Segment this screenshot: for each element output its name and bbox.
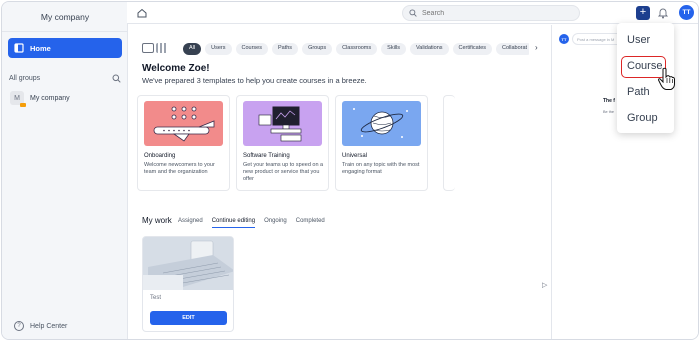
- software-training-illustration: [243, 101, 322, 146]
- view-toggle[interactable]: [142, 43, 168, 53]
- menu-item-path[interactable]: Path: [627, 86, 650, 98]
- template-card-software-training[interactable]: Software Training Get your teams up to s…: [236, 95, 329, 191]
- bell-icon[interactable]: [658, 7, 668, 19]
- course-card[interactable]: Test EDIT: [142, 236, 234, 332]
- question-icon: ?: [14, 321, 24, 331]
- search-input[interactable]: [422, 9, 562, 17]
- filter-chip[interactable]: All: [183, 43, 202, 55]
- message-avatar: TT: [559, 34, 569, 44]
- edit-button[interactable]: EDIT: [150, 311, 227, 325]
- filter-chip[interactable]: Classrooms: [336, 43, 378, 55]
- welcome-heading: Welcome Zoe!: [142, 63, 210, 74]
- groups-header: All groups: [9, 74, 121, 83]
- company-name[interactable]: My company: [2, 12, 128, 22]
- sidebar-item-label: Home: [30, 43, 51, 53]
- course-name: Test: [150, 295, 162, 301]
- sidebar-divider: [2, 31, 128, 32]
- hand-cursor-icon: [657, 67, 675, 90]
- my-work-heading: My work: [142, 216, 172, 225]
- template-desc: Get your teams up to speed on a new prod…: [243, 162, 324, 182]
- menu-item-user[interactable]: User: [627, 34, 650, 46]
- collapse-panel-icon[interactable]: ▷: [542, 281, 547, 289]
- tab-continue-editing[interactable]: Continue editing: [211, 218, 256, 228]
- welcome-subtitle: We've prepared 3 templates to help you c…: [142, 76, 367, 85]
- filter-chip[interactable]: Collaborat: [496, 43, 529, 55]
- search-bar[interactable]: [402, 5, 580, 21]
- main-content: All Users Courses Paths Groups Classroom…: [127, 25, 552, 339]
- filter-chip[interactable]: Users: [205, 43, 232, 55]
- template-card-partial[interactable]: [443, 95, 455, 191]
- my-work-tabs: Assigned Continue editing Ongoing Comple…: [178, 218, 325, 228]
- filter-chip[interactable]: Paths: [271, 43, 299, 55]
- home-icon[interactable]: [137, 8, 147, 18]
- home-icon: [14, 43, 24, 53]
- filter-chip[interactable]: Groups: [302, 43, 333, 55]
- filter-chip[interactable]: Skills: [381, 43, 406, 55]
- onboarding-illustration: [144, 101, 223, 146]
- tab-assigned[interactable]: Assigned: [178, 218, 203, 228]
- right-panel-text: Be the: [603, 110, 614, 114]
- template-card-onboarding[interactable]: Onboarding Welcome newcomers to your tea…: [137, 95, 230, 191]
- groups-header-label: All groups: [9, 75, 41, 82]
- template-title: Onboarding: [144, 153, 176, 159]
- template-title: Universal: [342, 153, 368, 159]
- right-panel-title: The f: [603, 98, 615, 104]
- add-button[interactable]: +: [636, 6, 650, 20]
- course-thumbnail: [143, 237, 233, 290]
- tab-ongoing[interactable]: Ongoing: [264, 218, 287, 228]
- group-label: My company: [30, 94, 70, 102]
- crown-icon: [20, 103, 26, 107]
- template-desc: Train on any topic with the most engagin…: [342, 162, 420, 175]
- user-avatar[interactable]: TT: [679, 5, 694, 20]
- tab-completed[interactable]: Completed: [296, 218, 325, 228]
- topbar: + TT: [127, 2, 698, 24]
- sidebar-item-my-company[interactable]: M My company: [10, 91, 70, 107]
- template-card-universal[interactable]: Universal Train on any topic with the mo…: [335, 95, 428, 191]
- filter-chip[interactable]: Certificates: [452, 43, 493, 55]
- sidebar-item-home[interactable]: Home: [8, 38, 122, 58]
- chart-view-icon[interactable]: [156, 43, 168, 53]
- group-avatar-letter: M: [14, 94, 20, 102]
- search-icon[interactable]: [112, 74, 121, 83]
- universal-illustration: [342, 101, 421, 146]
- filter-chip[interactable]: Courses: [235, 43, 268, 55]
- filter-chips: All Users Courses Paths Groups Classroom…: [183, 43, 529, 55]
- help-center-link[interactable]: ? Help Center: [14, 321, 67, 331]
- sidebar: My company Home All groups M My company …: [2, 2, 128, 339]
- filter-chip[interactable]: Validations: [410, 43, 449, 55]
- search-icon: [409, 9, 417, 17]
- help-label: Help Center: [30, 322, 68, 330]
- group-avatar: M: [10, 91, 26, 107]
- template-title: Software Training: [243, 153, 290, 159]
- menu-item-group[interactable]: Group: [627, 112, 658, 124]
- card-view-icon[interactable]: [142, 43, 154, 53]
- chevron-right-icon[interactable]: ›: [535, 43, 538, 52]
- app-window: My company Home All groups M My company …: [1, 1, 699, 340]
- template-row: Onboarding Welcome newcomers to your tea…: [137, 95, 552, 191]
- template-desc: Welcome newcomers to your team and the o…: [144, 162, 215, 175]
